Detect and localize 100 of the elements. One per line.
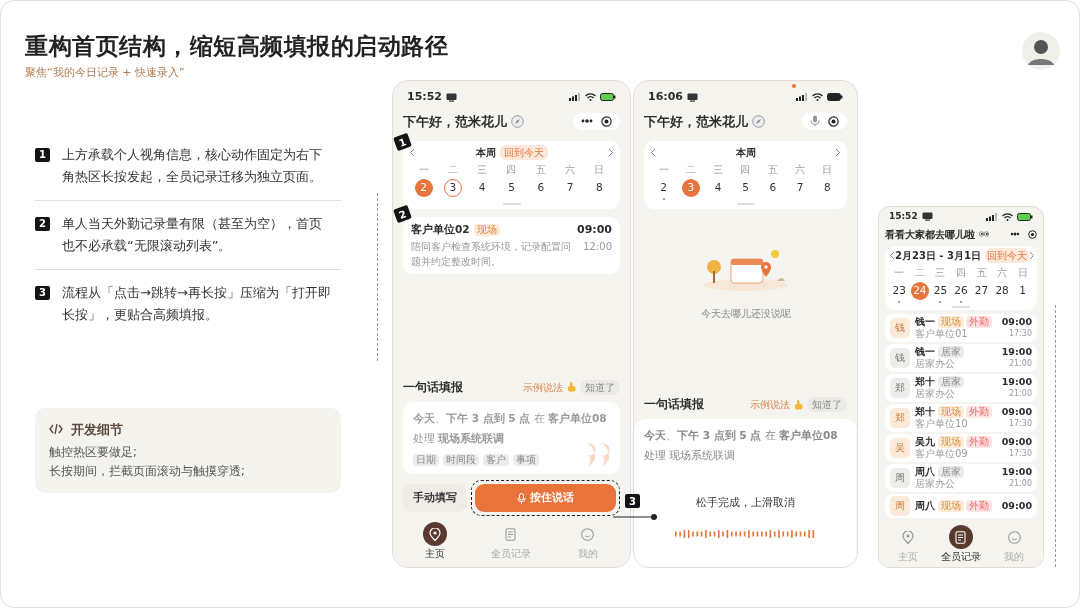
signal-icon <box>569 93 581 102</box>
recording-dot <box>792 84 796 88</box>
slot-tag: 客户 <box>483 454 509 466</box>
record-row[interactable]: 周 周八 现场 外勤 09:00 <box>885 493 1037 518</box>
day-cell[interactable]: 6 <box>763 179 782 197</box>
wifi-icon <box>585 93 596 102</box>
smiley-icon <box>581 527 595 541</box>
document-icon <box>505 527 518 541</box>
signal-icon <box>986 212 998 221</box>
weekday-label: 日 <box>1016 265 1029 280</box>
weekday-label: 五 <box>975 265 988 280</box>
section-title: 一句话填报 <box>403 378 463 396</box>
marker-badge: 1 <box>35 147 50 162</box>
day-cell[interactable]: 6 <box>531 179 550 197</box>
avatar-initial: 吴 <box>890 437 910 458</box>
example-sentence: 今天、下午 3 点到 5 点 在 客户单位08 处理 现场系统联调 <box>413 411 608 446</box>
day-cell[interactable]: 7 <box>791 179 810 197</box>
more-icon[interactable] <box>1010 232 1020 236</box>
day-cell[interactable]: 4 <box>473 179 492 197</box>
person-name: 郑十 <box>915 405 935 418</box>
day-cell[interactable]: 5 <box>502 179 521 197</box>
point-text: 流程从「点击→跳转→再长按」压缩为「打开即长按」，更贴合高频填报。 <box>62 283 332 324</box>
status-tag: 外勤 <box>966 315 992 328</box>
chevron-left-icon[interactable] <box>409 148 415 157</box>
document-icon <box>955 530 967 544</box>
connector-line <box>613 513 659 521</box>
weekday-label: 六 <box>996 265 1009 280</box>
day-cell[interactable]: 8 <box>818 179 837 197</box>
day-cell[interactable]: 5 <box>736 179 755 197</box>
drag-handle[interactable] <box>502 203 521 205</box>
point-text: 上方承载个人视角信息，核心动作固定为右下角热区长按发起，全员记录迁移为独立页面。 <box>62 145 323 186</box>
end-time: 17:30 <box>1007 328 1032 339</box>
slide-subtitle: 聚焦“我的今日记录 + 快速录入” <box>25 65 186 81</box>
weekday-label: 三 <box>476 163 489 177</box>
weekday-label: 三 <box>934 265 947 280</box>
day-cell[interactable]: 23 <box>890 281 909 300</box>
menu-capsule[interactable] <box>802 112 847 131</box>
marker-badge: 3 <box>625 494 640 508</box>
record-card[interactable]: 客户单位02 现场 09:00 陪同客户检查系统环境，记录配置问题并约定整改时间。 12:00 <box>403 217 620 274</box>
manual-entry-button[interactable]: 手动填写 <box>403 484 467 512</box>
weekday-label: 五 <box>534 163 547 177</box>
chevron-right-icon[interactable] <box>1028 250 1035 260</box>
microphone-icon <box>810 115 820 128</box>
record-row[interactable]: 郑 郑十 现场 外勤 客户单位10 09:00 17:30 <box>885 403 1037 432</box>
target-icon[interactable] <box>1028 229 1037 239</box>
smiley-icon <box>1007 530 1021 544</box>
status-tag: 现场 <box>938 405 964 418</box>
day-cell[interactable]: 28 <box>993 281 1012 300</box>
end-time: 12:00 <box>583 239 612 254</box>
day-cell[interactable]: 4 <box>709 179 728 197</box>
menu-capsule[interactable] <box>573 112 620 130</box>
avatar-initial: 钱 <box>890 347 910 368</box>
day-cell[interactable]: 7 <box>561 179 580 197</box>
chevron-left-icon[interactable] <box>889 250 895 260</box>
slot-tag: 日期 <box>413 454 439 466</box>
avatar-initial: 钱 <box>890 317 910 338</box>
week-title: 本周 <box>475 146 496 160</box>
start-time: 09:00 <box>577 222 612 238</box>
chevron-right-icon[interactable] <box>835 148 841 157</box>
status-tag: 现场 <box>938 315 964 328</box>
person-name: 周八 <box>915 465 935 478</box>
chevron-right-icon[interactable] <box>608 148 614 157</box>
nav-tab[interactable]: 全员记录 <box>941 525 981 564</box>
start-time: 19:00 <box>1001 466 1032 478</box>
drag-handle[interactable] <box>952 305 970 308</box>
weekday-label: 四 <box>739 163 752 177</box>
compass-icon <box>511 114 524 128</box>
status-tag: 外勤 <box>966 405 992 418</box>
note-title: 开发细节 <box>71 420 123 439</box>
record-row[interactable]: 吴 吴九 现场 外勤 客户单位09 09:00 17:30 <box>885 433 1037 462</box>
battery-icon <box>600 93 616 102</box>
weekday-label: 六 <box>564 163 577 177</box>
page-title: 看看大家都去哪儿啦 <box>885 227 975 242</box>
more-icon <box>581 119 593 124</box>
day-cell[interactable]: 27 <box>972 281 991 300</box>
day-cell[interactable]: 25 <box>931 281 950 300</box>
chevron-left-icon[interactable] <box>650 148 656 157</box>
status-tag: 居家 <box>938 345 964 358</box>
note-line: 长按期间，拦截页面滚动与触摸穿透; <box>49 463 246 480</box>
drag-handle[interactable] <box>736 203 755 205</box>
person-name: 钱一 <box>915 315 935 328</box>
avatar-initial: 周 <box>890 467 910 488</box>
record-row[interactable]: 钱 钱一 现场 外勤 客户单位01 09:00 17:30 <box>885 313 1037 342</box>
greeting-title: 下午好，范米花儿 <box>403 112 507 131</box>
end-time: 21:00 <box>1007 358 1032 369</box>
greeting-title: 下午好，范米花儿 <box>644 112 748 131</box>
day-cell[interactable]: 8 <box>590 179 609 197</box>
day-cell[interactable]: 1 <box>1013 281 1032 300</box>
pointing-hand-icon <box>794 399 803 410</box>
end-time: 17:30 <box>1007 448 1032 459</box>
end-time: 17:30 <box>1007 418 1032 429</box>
record-description: 陪同客户检查系统环境，记录配置问题并约定整改时间。 <box>411 239 572 269</box>
status-time: 15:52 <box>889 210 918 223</box>
status-tag: 现场 <box>938 435 964 448</box>
battery-icon <box>1017 212 1033 221</box>
wifi-icon <box>812 93 823 102</box>
day-cell[interactable]: 26 <box>951 281 970 300</box>
day-cell[interactable]: 2 <box>654 179 673 197</box>
weekday-label: 六 <box>794 163 807 177</box>
target-icon <box>601 115 612 127</box>
